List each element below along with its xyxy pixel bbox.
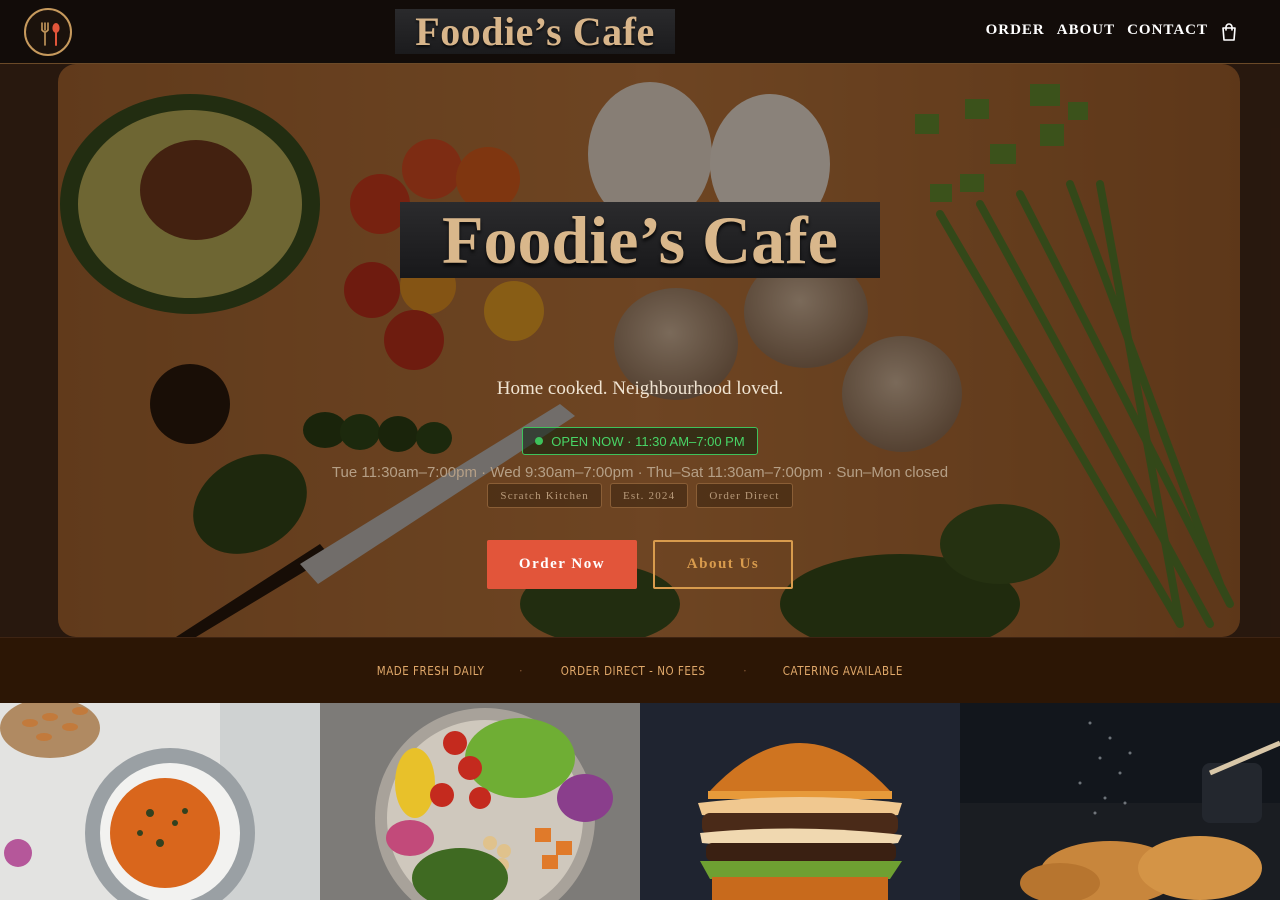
site-header: Foodie’s Cafe ORDER ABOUT CONTACT	[0, 0, 1280, 64]
hero-wordmark-text: Foodie’s Cafe	[442, 202, 838, 278]
feature-catering: CATERING AVAILABLE	[782, 663, 903, 678]
chip-scratch-kitchen: Scratch Kitchen	[487, 483, 602, 508]
salad-bowl-image	[320, 703, 640, 900]
main-nav: ORDER ABOUT CONTACT	[986, 22, 1208, 39]
feature-separator: ·	[742, 663, 747, 678]
header-wordmark-text: Foodie’s Cafe	[415, 8, 655, 54]
tile-salad-bowl[interactable]	[320, 703, 640, 900]
tile-soup-bowl[interactable]	[0, 703, 320, 900]
hero-section: Foodie’s Cafe Home cooked. Neighbourhood…	[0, 64, 1280, 637]
feature-made-fresh: MADE FRESH DAILY	[376, 663, 485, 678]
hero-dark-overlay	[0, 64, 1280, 637]
burger-image	[640, 703, 960, 900]
tile-burger[interactable]	[640, 703, 960, 900]
about-us-button[interactable]: About Us	[653, 540, 793, 589]
open-status-dot	[535, 437, 544, 445]
feature-order-direct: ORDER DIRECT - NO FEES	[560, 663, 706, 678]
tile-croissants[interactable]	[960, 703, 1280, 900]
open-status-badge: OPEN NOW · 11:30 AM–7:00 PM	[522, 427, 758, 455]
header-wordmark[interactable]: Foodie’s Cafe	[395, 9, 675, 54]
order-now-button[interactable]: Order Now	[487, 540, 637, 589]
chip-established: Est. 2024	[609, 483, 689, 508]
soup-bowl-image	[0, 703, 320, 900]
logo[interactable]	[24, 8, 72, 56]
shopping-bag-icon[interactable]	[1219, 22, 1239, 42]
fork-spoon-logo-icon	[41, 22, 60, 46]
opening-hours: Tue 11:30am–7:00pm · Wed 9:30am–7:00pm ·…	[331, 464, 949, 481]
hero-wordmark: Foodie’s Cafe	[400, 202, 880, 278]
feature-strip: MADE FRESH DAILY · ORDER DIRECT - NO FEE…	[0, 637, 1280, 703]
hero-tagline: Home cooked. Neighbourhood loved.	[496, 378, 784, 399]
nav-contact-link[interactable]: CONTACT	[1127, 22, 1208, 39]
feature-separator: ·	[518, 663, 523, 678]
chip-order-direct: Order Direct	[696, 483, 793, 508]
food-gallery	[0, 703, 1280, 900]
nav-order-link[interactable]: ORDER	[986, 22, 1045, 39]
hero-chips: Scratch Kitchen Est. 2024 Order Direct	[0, 483, 1280, 508]
nav-about-link[interactable]: ABOUT	[1057, 22, 1115, 39]
croissants-image	[960, 703, 1280, 900]
open-status-text: OPEN NOW · 11:30 AM–7:00 PM	[551, 433, 745, 449]
